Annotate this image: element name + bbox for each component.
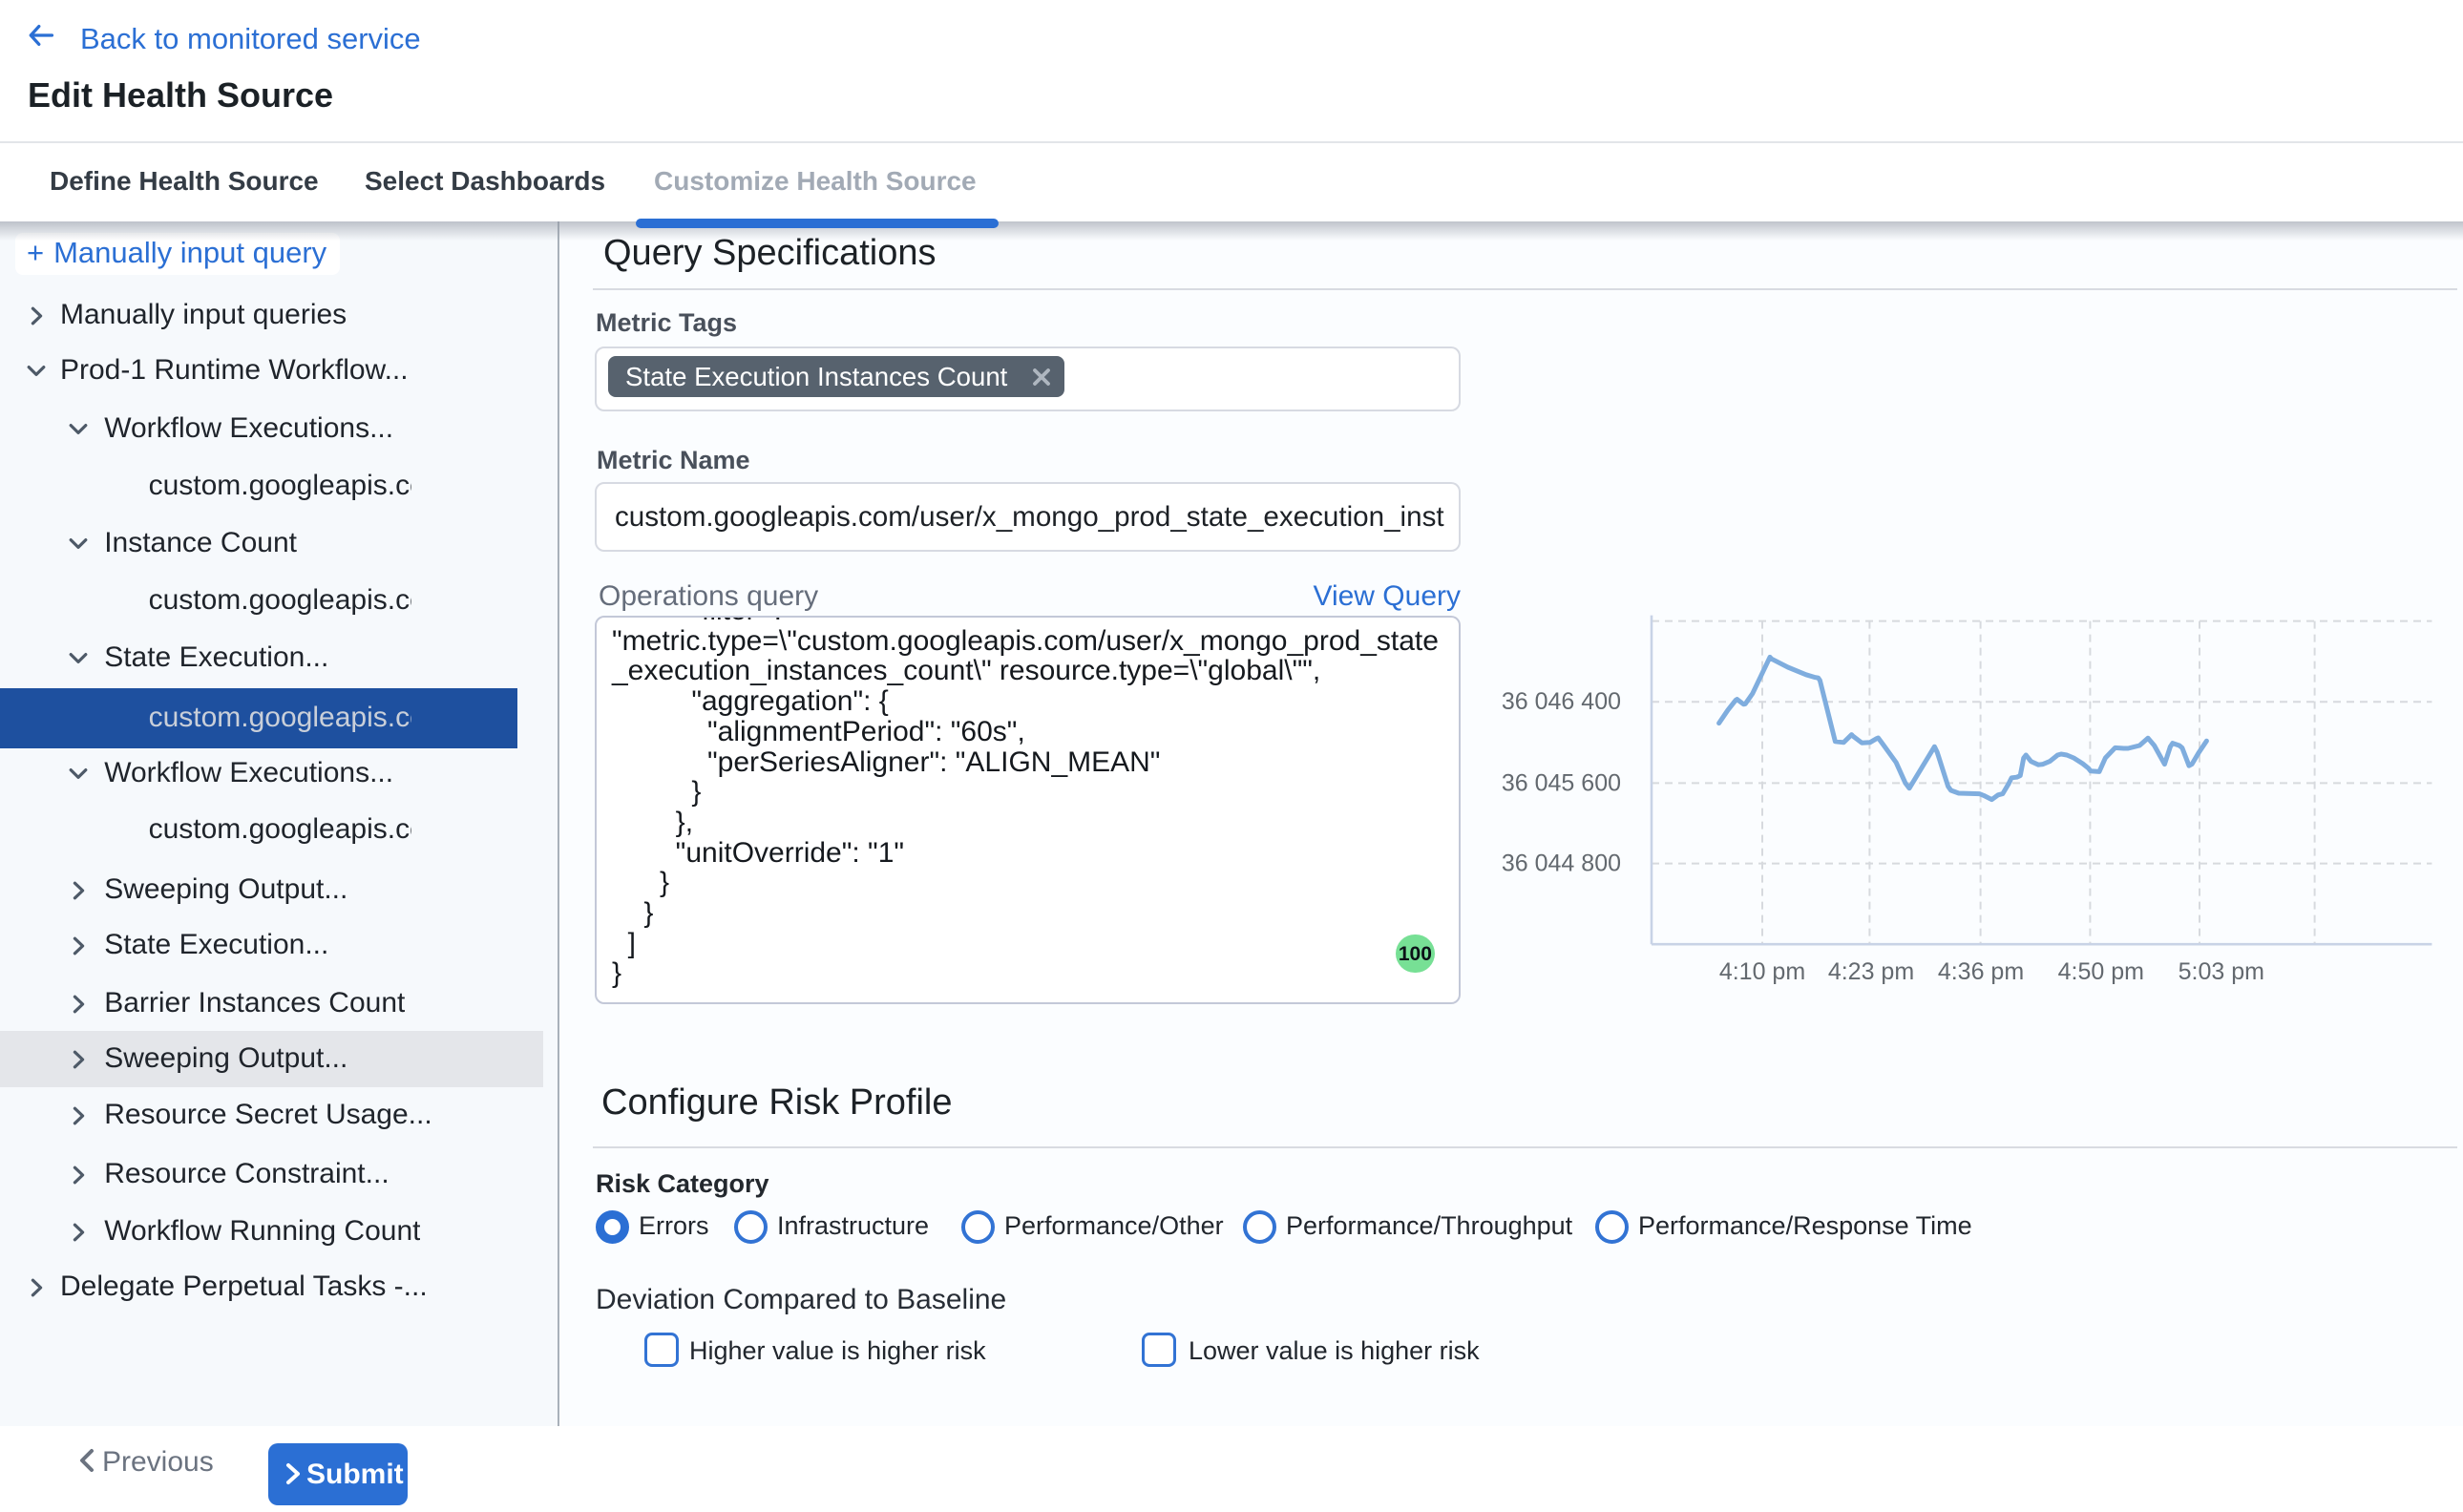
svg-text:4:10 pm: 4:10 pm: [1719, 958, 1805, 985]
svg-text:36 045 600: 36 045 600: [1502, 769, 1621, 796]
svg-text:36 046 400: 36 046 400: [1502, 688, 1621, 715]
svg-text:5:03 pm: 5:03 pm: [2179, 958, 2264, 985]
svg-text:36 044 800: 36 044 800: [1502, 850, 1621, 877]
svg-text:4:23 pm: 4:23 pm: [1828, 958, 1914, 985]
svg-text:4:36 pm: 4:36 pm: [1938, 958, 2024, 985]
svg-text:4:50 pm: 4:50 pm: [2058, 958, 2144, 985]
